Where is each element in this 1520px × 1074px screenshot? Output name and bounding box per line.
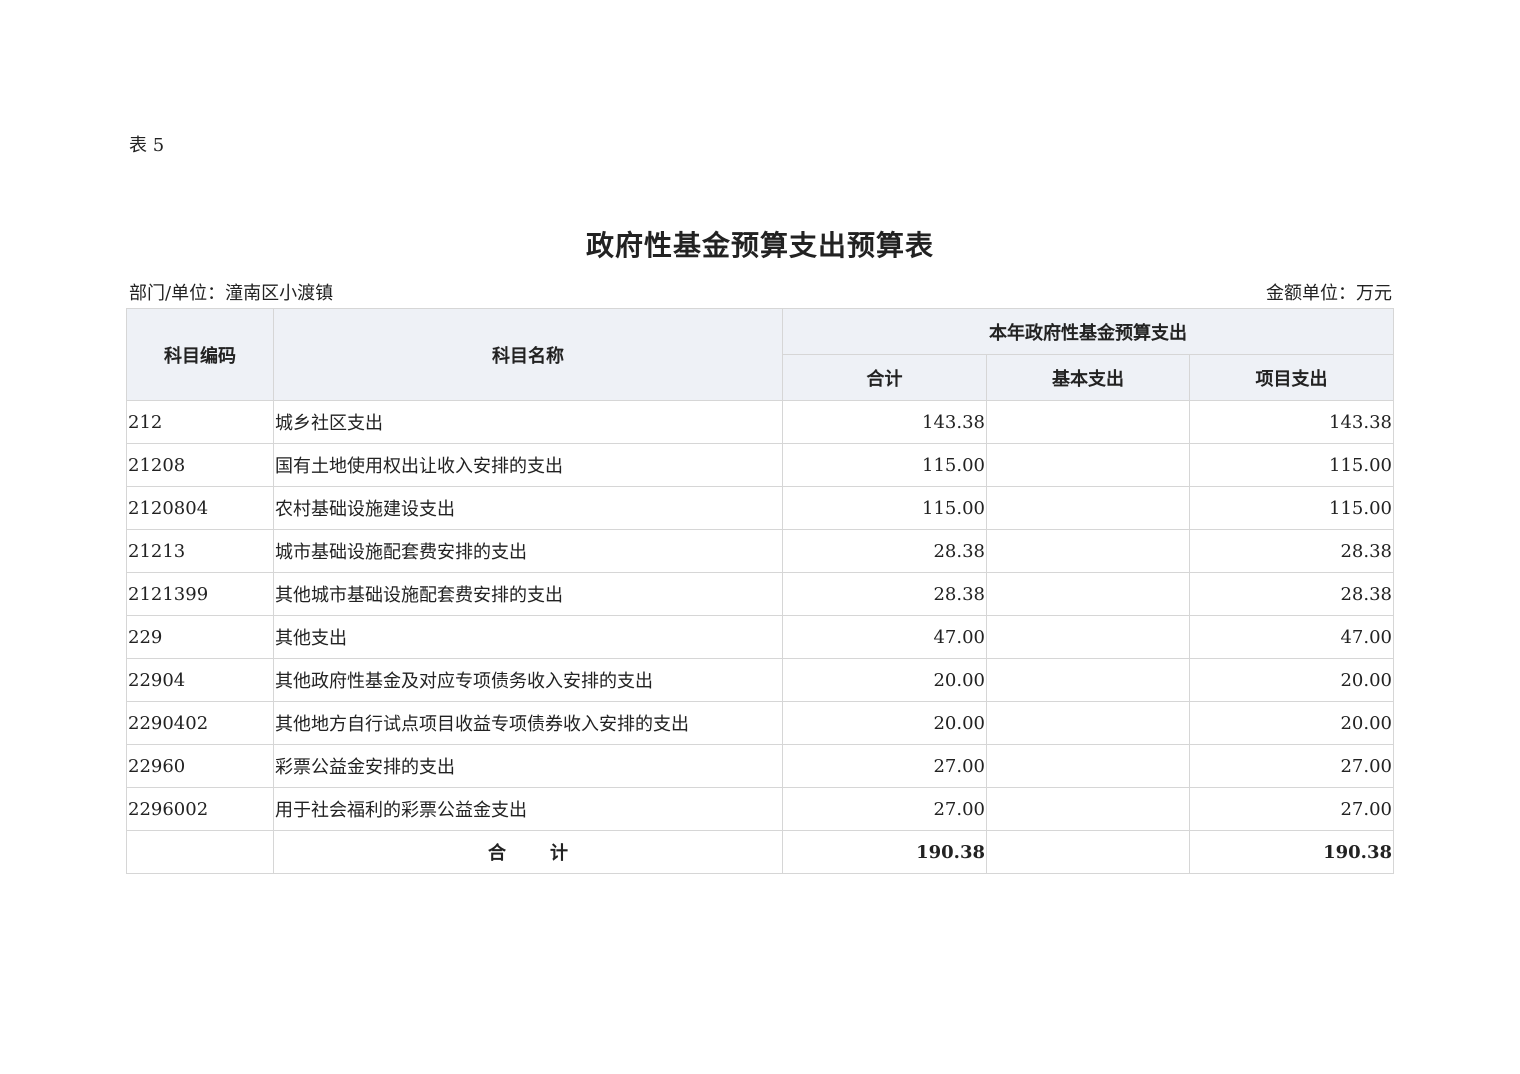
- header-group: 本年政府性基金预算支出: [782, 308, 1394, 355]
- cell-project: 115.00: [1189, 486, 1394, 530]
- cell-name: 城市基础设施配套费安排的支出: [273, 529, 783, 573]
- table-row: 21213 城市基础设施配套费安排的支出 28.38 28.38: [126, 529, 1394, 573]
- total-row: 合计 190.38 190.38: [126, 830, 1394, 874]
- cell-code-empty: [126, 830, 274, 874]
- cell-total: 20.00: [782, 701, 987, 745]
- total-label: 合计: [273, 830, 783, 874]
- cell-project: 143.38: [1189, 400, 1394, 444]
- header-project: 项目支出: [1189, 354, 1394, 401]
- cell-name: 用于社会福利的彩票公益金支出: [273, 787, 783, 831]
- table-row: 2296002 用于社会福利的彩票公益金支出 27.00 27.00: [126, 787, 1394, 831]
- cell-basic: [986, 486, 1190, 530]
- cell-name: 彩票公益金安排的支出: [273, 744, 783, 788]
- cell-basic: [986, 701, 1190, 745]
- cell-code: 21213: [126, 529, 274, 573]
- table-row: 22960 彩票公益金安排的支出 27.00 27.00: [126, 744, 1394, 788]
- total-sum: 190.38: [782, 830, 987, 874]
- table-row: 229 其他支出 47.00 47.00: [126, 615, 1394, 659]
- cell-basic: [986, 400, 1190, 444]
- cell-total: 47.00: [782, 615, 987, 659]
- cell-basic: [986, 443, 1190, 487]
- cell-code: 2290402: [126, 701, 274, 745]
- cell-code: 2120804: [126, 486, 274, 530]
- table-row: 2290402 其他地方自行试点项目收益专项债券收入安排的支出 20.00 20…: [126, 701, 1394, 745]
- cell-code: 22904: [126, 658, 274, 702]
- cell-name: 农村基础设施建设支出: [273, 486, 783, 530]
- cell-basic: [986, 615, 1190, 659]
- table-row: 21208 国有土地使用权出让收入安排的支出 115.00 115.00: [126, 443, 1394, 487]
- table-row: 2120804 农村基础设施建设支出 115.00 115.00: [126, 486, 1394, 530]
- cell-name: 其他政府性基金及对应专项债务收入安排的支出: [273, 658, 783, 702]
- cell-total: 27.00: [782, 744, 987, 788]
- amount-unit-label: 金额单位：万元: [1266, 283, 1392, 304]
- table-header: 科目编码 科目名称 本年政府性基金预算支出 合计 基本支出 项目支出: [126, 308, 1394, 401]
- cell-project: 115.00: [1189, 443, 1394, 487]
- cell-project: 28.38: [1189, 572, 1394, 616]
- cell-basic: [986, 529, 1190, 573]
- cell-total: 28.38: [782, 572, 987, 616]
- cell-project: 27.00: [1189, 787, 1394, 831]
- header-basic: 基本支出: [986, 354, 1190, 401]
- cell-total: 115.00: [782, 486, 987, 530]
- cell-code: 2121399: [126, 572, 274, 616]
- total-label-a: 合: [488, 843, 506, 864]
- table-number-label: 表 5: [129, 135, 165, 156]
- cell-code: 21208: [126, 443, 274, 487]
- total-project: 190.38: [1189, 830, 1394, 874]
- table-row: 22904 其他政府性基金及对应专项债务收入安排的支出 20.00 20.00: [126, 658, 1394, 702]
- header-code: 科目编码: [126, 308, 274, 401]
- cell-code: 212: [126, 400, 274, 444]
- cell-basic: [986, 658, 1190, 702]
- cell-name: 其他地方自行试点项目收益专项债券收入安排的支出: [273, 701, 783, 745]
- cell-name: 城乡社区支出: [273, 400, 783, 444]
- cell-project: 20.00: [1189, 658, 1394, 702]
- cell-basic: [986, 744, 1190, 788]
- table-body: 212 城乡社区支出 143.38 143.38 21208 国有土地使用权出让…: [126, 400, 1394, 874]
- header-name: 科目名称: [273, 308, 783, 401]
- cell-total: 27.00: [782, 787, 987, 831]
- cell-name: 其他城市基础设施配套费安排的支出: [273, 572, 783, 616]
- total-label-b: 计: [550, 843, 568, 864]
- cell-project: 28.38: [1189, 529, 1394, 573]
- cell-project: 47.00: [1189, 615, 1394, 659]
- cell-project: 20.00: [1189, 701, 1394, 745]
- department-label: 部门/单位：潼南区小渡镇: [129, 283, 334, 304]
- cell-name: 国有土地使用权出让收入安排的支出: [273, 443, 783, 487]
- cell-code: 22960: [126, 744, 274, 788]
- total-basic: [986, 830, 1190, 874]
- table-row: 212 城乡社区支出 143.38 143.38: [126, 400, 1394, 444]
- cell-basic: [986, 787, 1190, 831]
- cell-total: 115.00: [782, 443, 987, 487]
- cell-project: 27.00: [1189, 744, 1394, 788]
- cell-code: 229: [126, 615, 274, 659]
- budget-table: 科目编码 科目名称 本年政府性基金预算支出 合计 基本支出 项目支出 212 城…: [126, 308, 1394, 874]
- cell-total: 143.38: [782, 400, 987, 444]
- cell-total: 28.38: [782, 529, 987, 573]
- table-row: 2121399 其他城市基础设施配套费安排的支出 28.38 28.38: [126, 572, 1394, 616]
- cell-code: 2296002: [126, 787, 274, 831]
- cell-total: 20.00: [782, 658, 987, 702]
- header-total: 合计: [782, 354, 987, 401]
- cell-name: 其他支出: [273, 615, 783, 659]
- cell-basic: [986, 572, 1190, 616]
- page-title: 政府性基金预算支出预算表: [585, 229, 934, 262]
